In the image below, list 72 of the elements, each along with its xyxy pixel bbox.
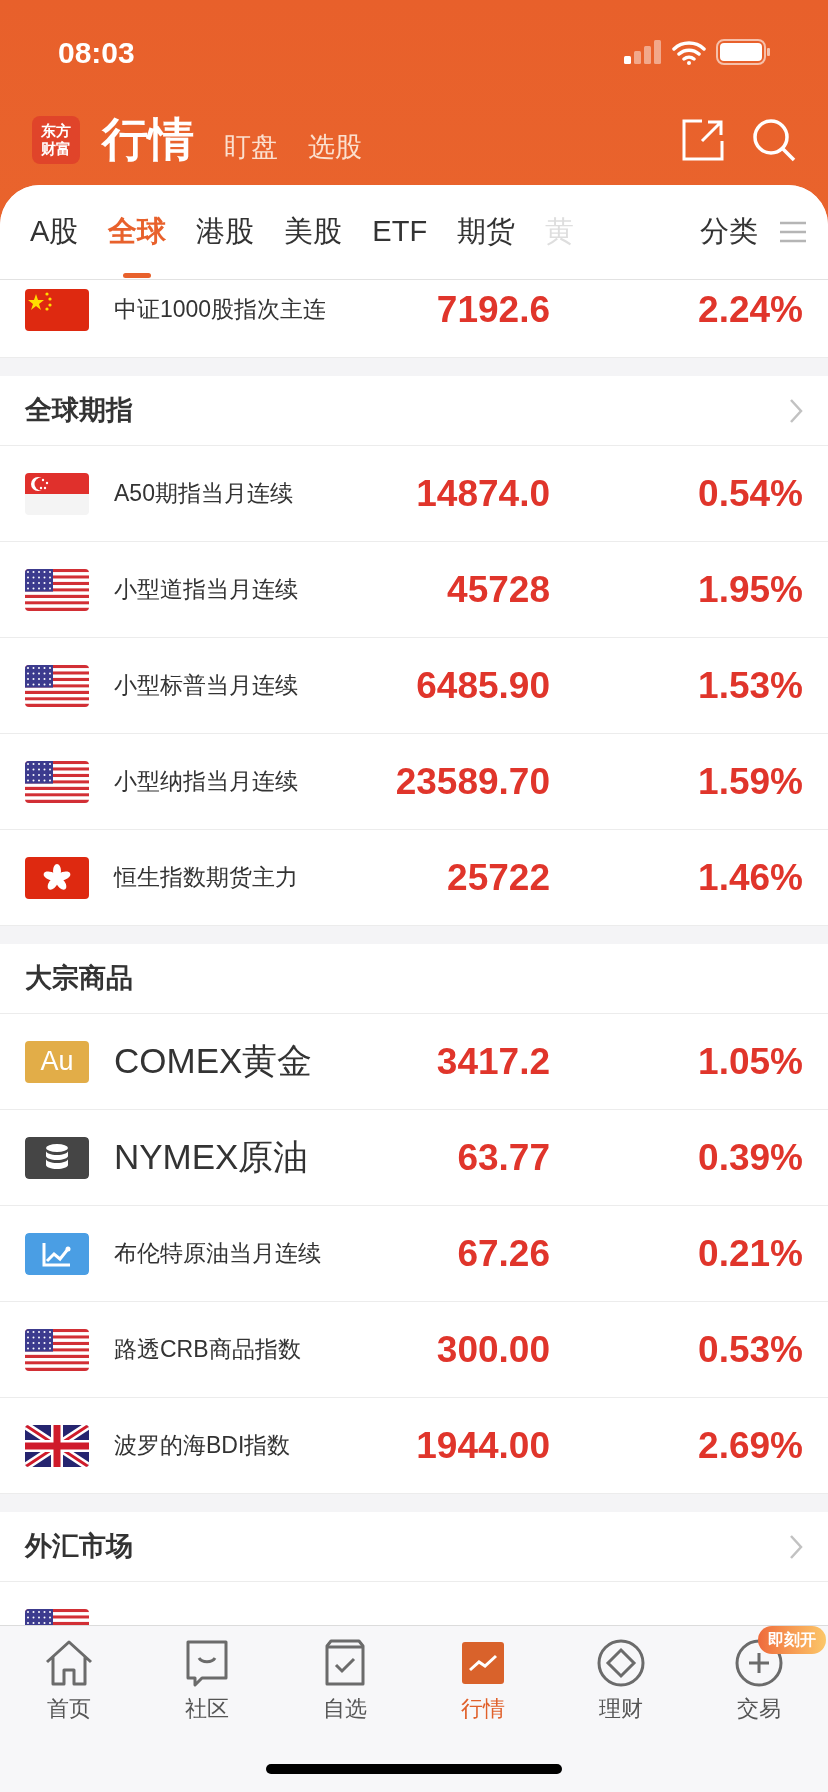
battery-icon	[716, 39, 770, 65]
market-tab[interactable]: 期货	[457, 185, 516, 280]
change-percent: 1.46%	[697, 855, 803, 900]
price-value: 63.77	[456, 1135, 550, 1180]
price-value: 25722	[446, 855, 550, 900]
change-percent: 1.53%	[697, 663, 803, 708]
chart-icon	[25, 1232, 89, 1275]
page-title: 行情	[102, 112, 194, 167]
change-percent: 2.24%	[697, 287, 803, 332]
change-percent: 1.95%	[697, 567, 803, 612]
price-value: 6485.90	[415, 663, 550, 708]
section-title: 大宗商品	[25, 962, 133, 996]
price-value: 45728	[446, 567, 550, 612]
nav-tab[interactable]: 理财	[552, 1626, 690, 1725]
instrument-name: 波罗的海BDI指数	[114, 1431, 292, 1461]
market-tab[interactable]: 港股	[196, 185, 255, 280]
category-tab[interactable]: 分类	[700, 210, 758, 254]
promo-badge: 即刻开	[758, 1626, 826, 1654]
price-value: 3417.2	[435, 1039, 550, 1084]
chevron-right-icon[interactable]	[789, 397, 803, 424]
section-title: 全球期指	[25, 394, 133, 428]
price-value: 14874.0	[415, 471, 550, 516]
market-tab[interactable]: A股	[30, 185, 79, 280]
instrument-name: 小型纳指当月连续	[114, 767, 299, 797]
change-percent: 1.59%	[697, 759, 803, 804]
flag-icon	[25, 288, 89, 331]
share-icon[interactable]	[682, 118, 724, 161]
change-percent: 2.69%	[697, 1423, 803, 1468]
flag-icon	[25, 568, 89, 611]
nav-tab[interactable]: 社区	[138, 1626, 276, 1725]
flag-icon	[25, 472, 89, 515]
flag-icon	[25, 760, 89, 803]
change-percent: 1.05%	[697, 1039, 803, 1084]
symbol-tag: Au	[25, 1040, 89, 1083]
instrument-name: COMEX黄金	[114, 1040, 314, 1083]
market-tab[interactable]: 美股	[284, 185, 343, 280]
nav-tab[interactable]: 自选	[276, 1626, 414, 1725]
instrument-name: 小型道指当月连续	[114, 575, 299, 605]
price-value: 23589.70	[394, 759, 550, 804]
nav-tab[interactable]: 即刻开 交易	[690, 1626, 828, 1725]
chevron-right-icon[interactable]	[789, 1533, 803, 1560]
status-time: 08:03	[58, 34, 135, 71]
price-value: 67.26	[456, 1231, 550, 1276]
change-percent: 0.39%	[697, 1135, 803, 1180]
instrument-name: 路透CRB商品指数	[114, 1335, 302, 1365]
change-percent: 0.53%	[697, 1327, 803, 1372]
flag-icon	[25, 1328, 89, 1371]
instrument-name: 恒生指数期货主力	[114, 863, 299, 893]
instrument-name: NYMEX原油	[114, 1136, 310, 1179]
instrument-name: 布伦特原油当月连续	[114, 1239, 322, 1269]
section-title: 外汇市场	[25, 1530, 133, 1564]
market-tab[interactable]: ETF	[372, 185, 428, 280]
menu-icon[interactable]	[780, 221, 806, 243]
price-value: 1944.00	[415, 1423, 550, 1468]
tab-underline	[123, 272, 152, 278]
wifi-icon	[672, 39, 706, 65]
price-value: 300.00	[435, 1327, 550, 1372]
search-icon[interactable]	[752, 117, 796, 162]
nav-tab[interactable]: 首页	[0, 1626, 138, 1725]
instrument-name: A50期指当月连续	[114, 479, 294, 509]
flag-icon	[25, 664, 89, 707]
instrument-name: 中证1000股指次主连	[114, 295, 328, 325]
barrel-icon	[25, 1136, 89, 1179]
instrument-name: 小型标普当月连续	[114, 671, 299, 701]
signal-icon	[624, 40, 662, 64]
change-percent: 0.21%	[697, 1231, 803, 1276]
change-percent: 0.54%	[697, 471, 803, 516]
logo-text: 财富	[41, 139, 71, 158]
logo-text: 东方	[41, 121, 71, 140]
flag-icon	[25, 856, 89, 899]
flag-icon	[25, 1424, 89, 1467]
price-value: 7192.6	[435, 287, 550, 332]
